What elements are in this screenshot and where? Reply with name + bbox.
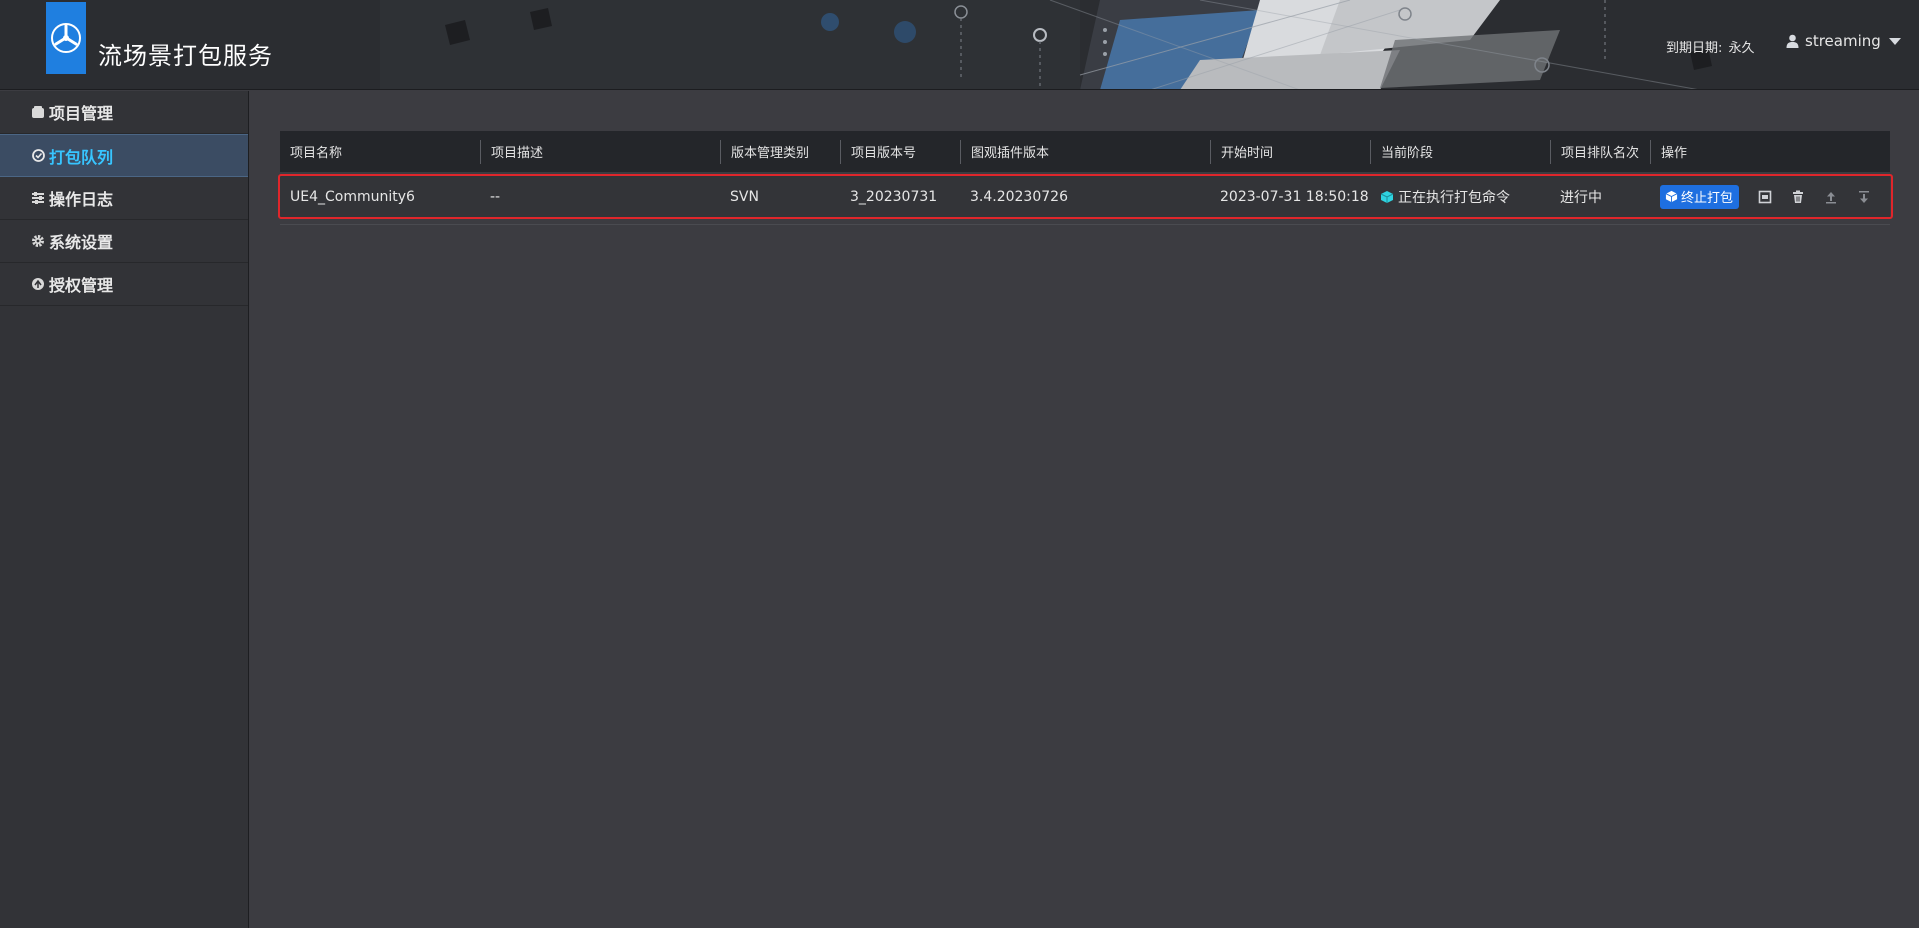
cube-icon: [1380, 190, 1394, 204]
sidebar-item-project-management[interactable]: 项目管理: [0, 91, 248, 134]
main-content: 项目名称 项目描述 版本管理类别 项目版本号 图观插件版本 开始时间 当前阶段 …: [250, 91, 1919, 928]
app-logo: [46, 2, 86, 74]
expire-date: 到期日期: 永久: [1664, 37, 1755, 56]
cell-start-time: 2023-07-31 18:50:18: [1220, 188, 1369, 205]
sidebar-item-label: 打包队列: [49, 147, 114, 167]
table-header: 项目名称 项目描述 版本管理类别 项目版本号 图观插件版本 开始时间 当前阶段 …: [280, 131, 1890, 172]
sidebar-item-label: 项目管理: [49, 104, 114, 123]
shield-icon: [30, 276, 46, 292]
user-menu[interactable]: streaming: [1786, 32, 1901, 50]
packaging-queue-table: 项目名称 项目描述 版本管理类别 项目版本号 图观插件版本 开始时间 当前阶段 …: [278, 131, 1893, 219]
cell-project-name: UE4_Community6: [290, 188, 415, 205]
view-log-icon[interactable]: [1757, 189, 1773, 205]
table-row[interactable]: UE4_Community6 -- SVN 3_20230731 3.4.202…: [278, 174, 1893, 219]
cell-queue-position: 进行中: [1560, 189, 1602, 206]
column-header: 版本管理类别: [720, 139, 840, 164]
column-header: 操作: [1650, 139, 1890, 164]
chevron-down-icon: [1888, 37, 1901, 45]
sidebar-item-operation-log[interactable]: 操作日志: [0, 177, 248, 220]
header-background-art: [0, 0, 1919, 89]
cell-current-stage: 正在执行打包命令: [1370, 187, 1550, 207]
row-action-icons: [1757, 189, 1872, 205]
move-up-icon[interactable]: [1823, 189, 1839, 205]
cell-operations: 终止打包: [1650, 184, 1890, 209]
column-header: 项目排队名次: [1550, 139, 1650, 164]
gear-icon: [30, 233, 46, 249]
column-header: 开始时间: [1210, 139, 1370, 164]
move-to-bottom-icon[interactable]: [1856, 189, 1872, 205]
cell-vcs-type: SVN: [730, 188, 759, 205]
cell-plugin-version: 3.4.20230726: [970, 188, 1068, 205]
column-header: 项目版本号: [840, 139, 960, 164]
column-header: 当前阶段: [1370, 139, 1550, 164]
cell-project-version: 3_20230731: [850, 188, 938, 205]
sidebar-item-license-management[interactable]: 授权管理: [0, 263, 248, 306]
stop-packaging-button[interactable]: 终止打包: [1660, 184, 1740, 209]
app-header: 流场景打包服务 到期日期: 永久 streaming: [0, 0, 1919, 90]
expire-value: 永久: [1728, 41, 1755, 56]
sidebar-item-label: 授权管理: [49, 276, 114, 295]
stage-text: 正在执行打包命令: [1398, 189, 1510, 206]
delete-icon[interactable]: [1790, 189, 1806, 205]
sidebar-item-system-settings[interactable]: 系统设置: [0, 220, 248, 263]
sidebar-item-packaging-queue[interactable]: 打包队列: [0, 134, 248, 177]
stop-packaging-label: 终止打包: [1681, 191, 1734, 206]
user-icon: [1786, 34, 1799, 48]
app-title: 流场景打包服务: [98, 42, 273, 70]
expire-label: 到期日期:: [1666, 41, 1723, 56]
folder-icon: [30, 104, 46, 120]
sidebar-item-label: 操作日志: [49, 190, 114, 209]
sidebar-item-label: 系统设置: [49, 233, 114, 252]
table-bottom-divider: [280, 224, 1890, 225]
column-header: 项目名称: [290, 146, 343, 161]
cell-description: --: [490, 188, 501, 205]
logo-icon: [51, 23, 81, 53]
sidebar: 项目管理 打包队列 操作日志 系统设置 授权管理: [0, 91, 249, 928]
cube-icon: [1665, 190, 1678, 203]
column-header: 项目描述: [480, 139, 720, 164]
username: streaming: [1805, 32, 1881, 50]
refresh-icon: [30, 148, 46, 164]
sliders-icon: [30, 190, 46, 206]
column-header: 图观插件版本: [960, 139, 1210, 164]
